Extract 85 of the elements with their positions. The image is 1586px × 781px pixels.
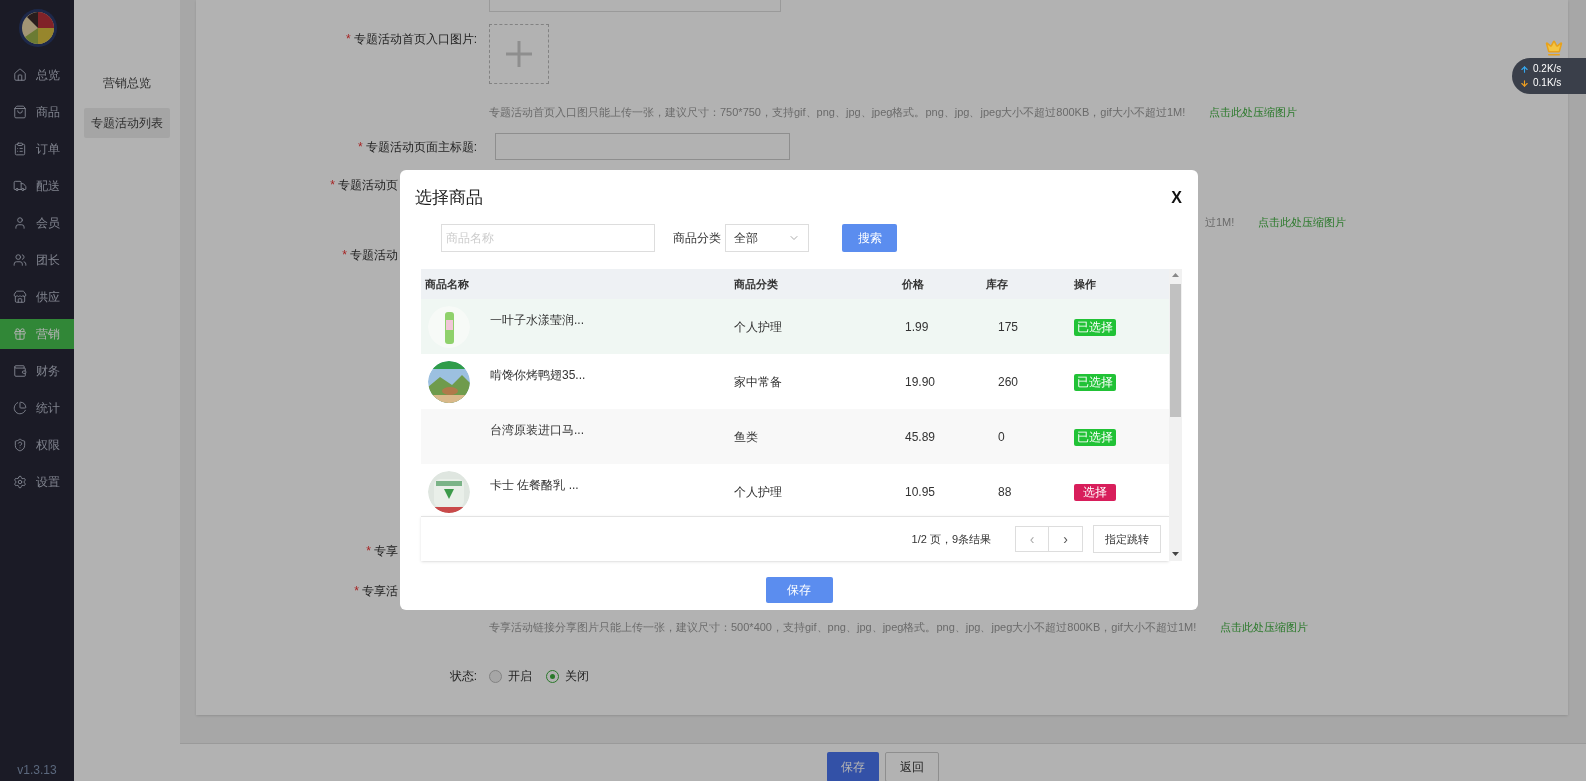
category-select[interactable]: 全部 — [725, 224, 809, 252]
nav-item[interactable]: 财务 — [0, 356, 74, 386]
nav-item[interactable]: 总览 — [0, 60, 74, 90]
modal-title: 选择商品 — [415, 187, 483, 210]
nav-item[interactable]: 商品 — [0, 97, 74, 127]
arrow-down-icon — [1520, 78, 1529, 88]
arrow-up-icon — [1520, 64, 1529, 74]
house-icon — [13, 68, 27, 82]
download-speed: 0.1K/s — [1533, 76, 1562, 90]
table-row[interactable]: 一叶子水漾莹润... 个人护理 1.99 175 已选择 — [421, 299, 1169, 354]
column-header: 价格 — [902, 276, 925, 292]
plus-icon — [506, 41, 532, 67]
table-cell-text: 家中常备 — [734, 373, 783, 391]
radio-option[interactable]: 关闭 — [546, 667, 589, 685]
upload-box[interactable] — [489, 24, 549, 84]
wallet-icon — [13, 364, 27, 378]
hint-text: 过1M! — [1205, 214, 1235, 230]
save-button[interactable]: 保存 — [827, 751, 879, 781]
pagination-summary: 1/2 页，9条结果 — [911, 531, 991, 547]
compress-image-link[interactable]: 点击此处压缩图片 — [1258, 213, 1347, 231]
table-cell-text: 45.89 — [904, 428, 937, 446]
nav-item[interactable]: 权限 — [0, 430, 74, 460]
table-cell-text: 10.95 — [904, 483, 937, 501]
jump-button[interactable]: 指定跳转 — [1093, 525, 1161, 553]
upload-speed: 0.2K/s — [1533, 62, 1562, 76]
search-button[interactable]: 搜索 — [842, 224, 897, 252]
clipboard-icon — [13, 142, 27, 156]
field-label: * 专题活动 — [342, 247, 398, 264]
column-header: 操作 — [1074, 276, 1097, 292]
table-cell-text: 一叶子水漾莹润... — [490, 311, 584, 329]
subnav-item[interactable]: 专题活动列表 — [84, 108, 170, 138]
field-label: * 专题活动首页入口图片: — [346, 31, 477, 48]
previous-page-button[interactable]: ‹ — [1016, 527, 1049, 551]
nav-item[interactable]: 团长 — [0, 245, 74, 275]
bag-icon — [13, 105, 27, 119]
column-header: 商品分类 — [734, 276, 779, 292]
field-label: * 专题活动页 — [330, 177, 398, 194]
category-label: 商品分类 — [673, 230, 721, 247]
table-cell-text: 卡士 佐餐酪乳 ... — [490, 476, 579, 494]
table-cell-text: 个人护理 — [734, 318, 783, 336]
input-field[interactable] — [495, 133, 790, 160]
nav-item[interactable]: 统计 — [0, 393, 74, 423]
table-cell-text: 啃馋你烤鸭翅35... — [490, 366, 586, 384]
table-cell-text: 1.99 — [904, 318, 930, 336]
table-cell-text: 台湾原装进口马... — [490, 421, 584, 439]
field-label: * 专享活 — [354, 583, 398, 600]
next-page-button[interactable]: › — [1049, 527, 1082, 551]
shield-icon — [13, 438, 27, 452]
subnav-item[interactable]: 营销总览 — [84, 68, 170, 98]
field-label: * 专题活动页面主标题: — [358, 138, 477, 156]
table-cell-text: 175 — [997, 318, 1020, 336]
users-icon — [13, 253, 27, 267]
field-label: 状态: — [449, 668, 477, 685]
table-cell-text: 鱼类 — [734, 428, 759, 446]
back-button[interactable]: 返回 — [885, 751, 939, 781]
compress-image-link[interactable]: 点击此处压缩图片 — [1220, 621, 1309, 633]
store-icon — [13, 290, 27, 304]
table-cell-text: 19.90 — [904, 373, 937, 391]
nav-item[interactable]: 供应 — [0, 282, 74, 312]
field-label: * 专享 — [366, 543, 398, 560]
scrollbar[interactable] — [1169, 269, 1182, 561]
nav-item[interactable]: 配送 — [0, 171, 74, 201]
nav-item[interactable]: 设置 — [0, 467, 74, 497]
nav-item[interactable]: 订单 — [0, 134, 74, 164]
truck-icon — [13, 179, 27, 193]
radio-option[interactable]: 开启 — [489, 667, 532, 685]
settings-icon — [13, 475, 27, 489]
pie-chart-icon — [13, 401, 27, 415]
save-button[interactable]: 保存 — [765, 577, 833, 603]
version-label: v1.3.13 — [16, 762, 58, 779]
nav-item[interactable]: 会员 — [0, 208, 74, 238]
column-header: 商品名称 — [424, 276, 470, 292]
select-tag[interactable]: 选择 — [1074, 483, 1116, 501]
crown-icon — [1545, 39, 1563, 57]
user-icon — [13, 216, 27, 230]
column-header: 库存 — [985, 276, 1009, 292]
table-cell-text: 0 — [997, 428, 1006, 446]
table-cell-text: 个人护理 — [734, 483, 783, 501]
table-row[interactable]: 台湾原装进口马... 鱼类 45.89 0 已选择 — [421, 409, 1169, 464]
close-button[interactable]: X — [1171, 186, 1182, 210]
table-cell-text: 88 — [997, 483, 1013, 501]
input-field[interactable] — [489, 0, 781, 12]
compress-image-link[interactable]: 点击此处压缩图片 — [1209, 106, 1298, 118]
gift-icon — [13, 327, 27, 341]
table-cell-text: 260 — [997, 373, 1020, 391]
